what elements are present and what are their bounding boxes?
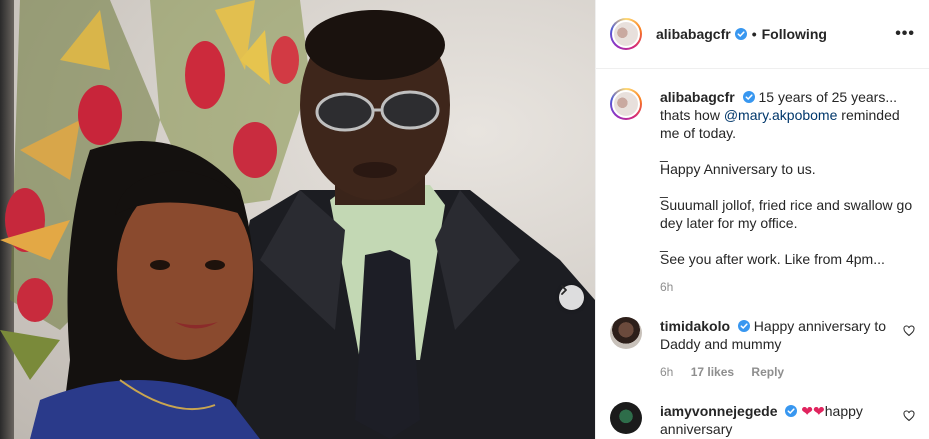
comment-item: timidakolo Happy anniversary to Daddy an… xyxy=(610,317,915,381)
heart-emoji: ❤❤ xyxy=(801,403,825,419)
commenter-username[interactable]: timidakolo xyxy=(660,318,730,334)
commenter-username[interactable]: iamyvonnejegede xyxy=(660,403,778,419)
caption-separator: _ xyxy=(660,146,668,162)
following-button[interactable]: Following xyxy=(762,26,827,42)
mention-link[interactable]: @mary.akpobome xyxy=(724,107,838,123)
caption-row: alibabagcfr 15 years of 25 years... that… xyxy=(610,88,915,296)
photo-illustration xyxy=(0,0,595,439)
caption-username[interactable]: alibabagcfr xyxy=(660,89,735,105)
caption-line-4: See you after work. Like from 4pm... xyxy=(660,251,885,267)
caption-line-2: Happy Anniversary to us. xyxy=(660,161,816,177)
author-avatar[interactable] xyxy=(610,18,642,50)
comment-body: timidakolo Happy anniversary to Daddy an… xyxy=(660,317,895,381)
comment-meta: 6h 17 likes Reply xyxy=(660,363,895,381)
post-photo[interactable] xyxy=(0,0,595,439)
author-username[interactable]: alibabagcfr xyxy=(656,26,731,42)
caption: alibabagcfr 15 years of 25 years... that… xyxy=(660,88,915,296)
comments-section: alibabagcfr 15 years of 25 years... that… xyxy=(596,69,929,438)
author-info: alibabagcfr • Following xyxy=(656,26,827,42)
next-photo-button[interactable] xyxy=(559,285,584,310)
more-options-icon[interactable]: ••• xyxy=(895,25,915,43)
caption-author-avatar[interactable] xyxy=(610,88,642,120)
commenter-avatar[interactable] xyxy=(610,402,642,434)
caption-timestamp[interactable]: 6h xyxy=(660,278,915,296)
verified-badge-icon xyxy=(737,320,750,332)
post-details-panel: alibabagcfr • Following ••• alibabagcfr xyxy=(595,0,929,439)
commenter-avatar[interactable] xyxy=(610,317,642,349)
caption-separator: _ xyxy=(660,236,668,252)
verified-badge-icon xyxy=(742,91,755,103)
verified-badge-icon xyxy=(734,28,747,40)
comment-timestamp[interactable]: 6h xyxy=(660,365,673,379)
heart-outline-icon[interactable] xyxy=(903,410,915,422)
comment-item: iamyvonnejegede ❤❤happy anniversary xyxy=(610,402,915,438)
comment-body: iamyvonnejegede ❤❤happy anniversary xyxy=(660,402,895,438)
header-separator: • xyxy=(751,26,757,42)
caption-separator: _ xyxy=(660,182,668,198)
caption-line-3: Suuumall jollof, fried rice and swallow … xyxy=(660,197,913,231)
chevron-right-icon xyxy=(561,285,567,295)
post-view: alibabagcfr • Following ••• alibabagcfr xyxy=(0,0,929,439)
reply-button[interactable]: Reply xyxy=(751,365,784,379)
verified-badge-icon xyxy=(785,405,798,417)
heart-outline-icon[interactable] xyxy=(903,325,915,337)
comment-likes[interactable]: 17 likes xyxy=(691,365,734,379)
post-header: alibabagcfr • Following ••• xyxy=(596,0,929,69)
